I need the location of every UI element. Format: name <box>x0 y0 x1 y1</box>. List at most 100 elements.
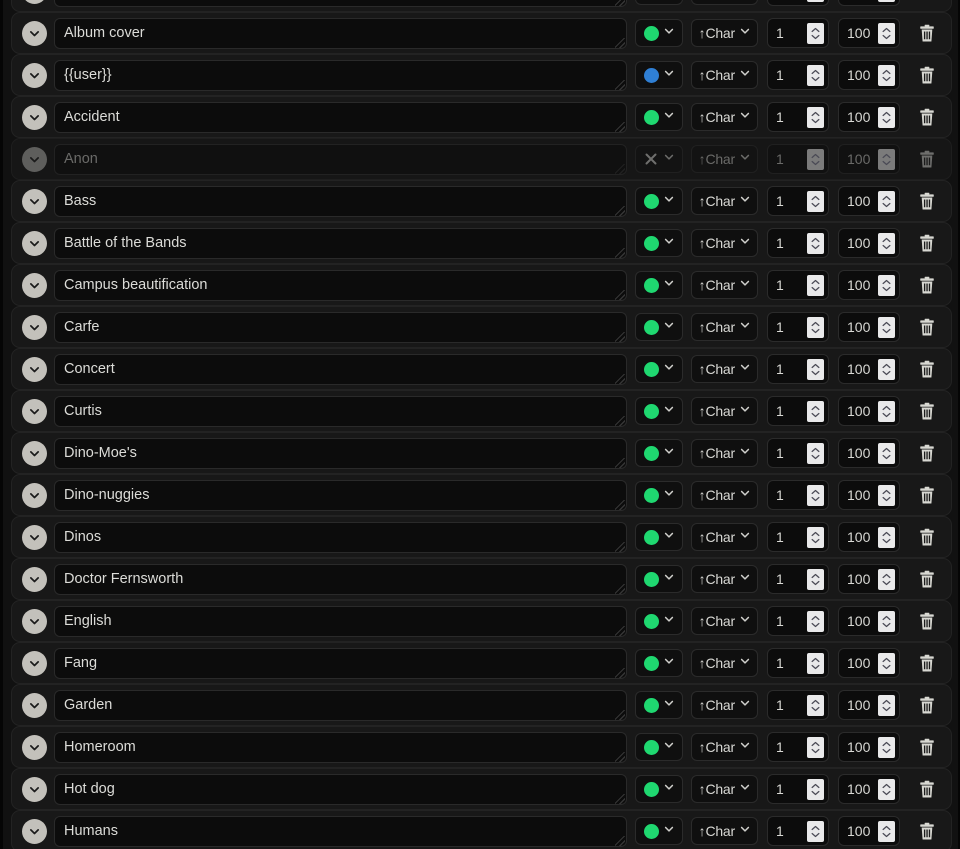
entry-order-input[interactable]: 100 <box>838 354 900 384</box>
entry-depth-input[interactable]: 1 <box>767 102 829 132</box>
resize-grip-icon[interactable] <box>614 415 625 426</box>
entry-title-input[interactable] <box>54 0 627 7</box>
entry-order-input[interactable]: 100 <box>838 228 900 258</box>
entry-depth-input[interactable]: 1 <box>767 228 829 258</box>
entry-status-select[interactable] <box>634 775 683 803</box>
resize-grip-icon[interactable] <box>614 163 625 174</box>
spinner-up-down-icon[interactable] <box>807 274 824 296</box>
spinner-up-down-icon[interactable] <box>878 652 895 674</box>
expand-entry-button[interactable] <box>22 776 47 802</box>
entry-order-input-value[interactable]: 100 <box>847 277 870 293</box>
spinner-up-down-icon[interactable] <box>878 0 895 2</box>
entry-position-select[interactable]: ↑Char <box>690 481 758 509</box>
spinner-up-down-icon[interactable] <box>807 148 824 170</box>
entry-row[interactable]: ↑Char 1 100 <box>11 0 952 12</box>
delete-entry-button[interactable] <box>911 438 943 468</box>
entry-order-input[interactable]: 100 <box>838 270 900 300</box>
entry-depth-input-value[interactable]: 1 <box>776 67 784 83</box>
spinner-up-down-icon[interactable] <box>807 652 824 674</box>
delete-entry-button[interactable] <box>911 564 943 594</box>
expand-entry-button[interactable] <box>22 188 47 214</box>
entry-depth-input[interactable]: 1 <box>767 312 829 342</box>
spinner-up-down-icon[interactable] <box>807 568 824 590</box>
entry-position-select[interactable]: ↑Char <box>690 271 758 299</box>
delete-entry-button[interactable] <box>911 648 943 678</box>
spinner-up-down-icon[interactable] <box>807 736 824 758</box>
spinner-up-down-icon[interactable] <box>807 190 824 212</box>
delete-entry-button[interactable] <box>911 816 943 846</box>
spinner-up-down-icon[interactable] <box>807 64 824 86</box>
entry-status-select[interactable] <box>634 397 683 425</box>
entry-order-input-value[interactable]: 100 <box>847 403 870 419</box>
resize-grip-icon[interactable] <box>614 0 625 6</box>
entry-position-select[interactable]: ↑Char <box>690 523 758 551</box>
spinner-up-down-icon[interactable] <box>878 232 895 254</box>
entry-order-input-value[interactable]: 100 <box>847 613 870 629</box>
entry-row[interactable]: Hot dog ↑Char 1 100 <box>11 768 952 810</box>
spinner-up-down-icon[interactable] <box>878 568 895 590</box>
entry-order-input-value[interactable]: 100 <box>847 151 870 167</box>
entry-position-select[interactable]: ↑Char <box>690 817 758 845</box>
resize-grip-icon[interactable] <box>614 541 625 552</box>
entry-order-input-value[interactable]: 100 <box>847 445 870 461</box>
spinner-up-down-icon[interactable] <box>878 190 895 212</box>
spinner-up-down-icon[interactable] <box>878 736 895 758</box>
spinner-up-down-icon[interactable] <box>878 64 895 86</box>
entry-depth-input[interactable]: 1 <box>767 354 829 384</box>
entry-row[interactable]: Fang ↑Char 1 100 <box>11 642 952 684</box>
expand-entry-button[interactable] <box>22 650 47 676</box>
spinner-up-down-icon[interactable] <box>878 400 895 422</box>
entry-title-input[interactable]: Homeroom <box>54 731 627 763</box>
expand-entry-button[interactable] <box>22 482 47 508</box>
entry-title-input[interactable]: Dinos <box>54 521 627 553</box>
spinner-up-down-icon[interactable] <box>807 610 824 632</box>
entry-position-select[interactable]: ↑Char <box>690 19 758 47</box>
entry-depth-input[interactable]: 1 <box>767 816 829 846</box>
expand-entry-button[interactable] <box>22 314 47 340</box>
entry-order-input[interactable]: 100 <box>838 60 900 90</box>
spinner-up-down-icon[interactable] <box>807 778 824 800</box>
entry-position-select[interactable]: ↑Char <box>690 313 758 341</box>
entry-depth-input[interactable]: 1 <box>767 564 829 594</box>
spinner-up-down-icon[interactable] <box>807 442 824 464</box>
spinner-up-down-icon[interactable] <box>807 526 824 548</box>
entry-position-select[interactable]: ↑Char <box>690 103 758 131</box>
entry-order-input-value[interactable]: 100 <box>847 361 870 377</box>
resize-grip-icon[interactable] <box>614 793 625 804</box>
expand-entry-button[interactable] <box>22 398 47 424</box>
entry-depth-input-value[interactable]: 1 <box>776 25 784 41</box>
entry-depth-input[interactable]: 1 <box>767 18 829 48</box>
entry-depth-input-value[interactable]: 1 <box>776 697 784 713</box>
expand-entry-button[interactable] <box>22 146 47 172</box>
resize-grip-icon[interactable] <box>614 583 625 594</box>
entry-depth-input[interactable]: 1 <box>767 438 829 468</box>
entry-depth-input[interactable]: 1 <box>767 648 829 678</box>
entry-depth-input-value[interactable]: 1 <box>776 445 784 461</box>
expand-entry-button[interactable] <box>22 356 47 382</box>
entry-depth-input-value[interactable]: 1 <box>776 781 784 797</box>
delete-entry-button[interactable] <box>911 480 943 510</box>
entry-depth-input[interactable]: 1 <box>767 690 829 720</box>
entry-position-select[interactable]: ↑Char <box>690 691 758 719</box>
entry-title-input[interactable]: Doctor Fernsworth <box>54 563 627 595</box>
entry-position-select[interactable]: ↑Char <box>690 61 758 89</box>
entry-order-input[interactable]: 100 <box>838 816 900 846</box>
entry-order-input[interactable]: 100 <box>838 312 900 342</box>
entry-depth-input[interactable]: 1 <box>767 144 829 174</box>
entry-depth-input[interactable]: 1 <box>767 732 829 762</box>
spinner-up-down-icon[interactable] <box>807 484 824 506</box>
entry-order-input-value[interactable]: 100 <box>847 319 870 335</box>
delete-entry-button[interactable] <box>911 18 943 48</box>
resize-grip-icon[interactable] <box>614 205 625 216</box>
delete-entry-button[interactable] <box>911 228 943 258</box>
delete-entry-button[interactable] <box>911 396 943 426</box>
spinner-up-down-icon[interactable] <box>878 484 895 506</box>
entry-title-input[interactable]: Battle of the Bands <box>54 227 627 259</box>
entry-row[interactable]: Dinos ↑Char 1 100 <box>11 516 952 558</box>
resize-grip-icon[interactable] <box>614 289 625 300</box>
spinner-up-down-icon[interactable] <box>878 526 895 548</box>
entry-title-input[interactable]: Humans <box>54 815 627 847</box>
entry-order-input-value[interactable]: 100 <box>847 571 870 587</box>
resize-grip-icon[interactable] <box>614 457 625 468</box>
spinner-up-down-icon[interactable] <box>807 400 824 422</box>
